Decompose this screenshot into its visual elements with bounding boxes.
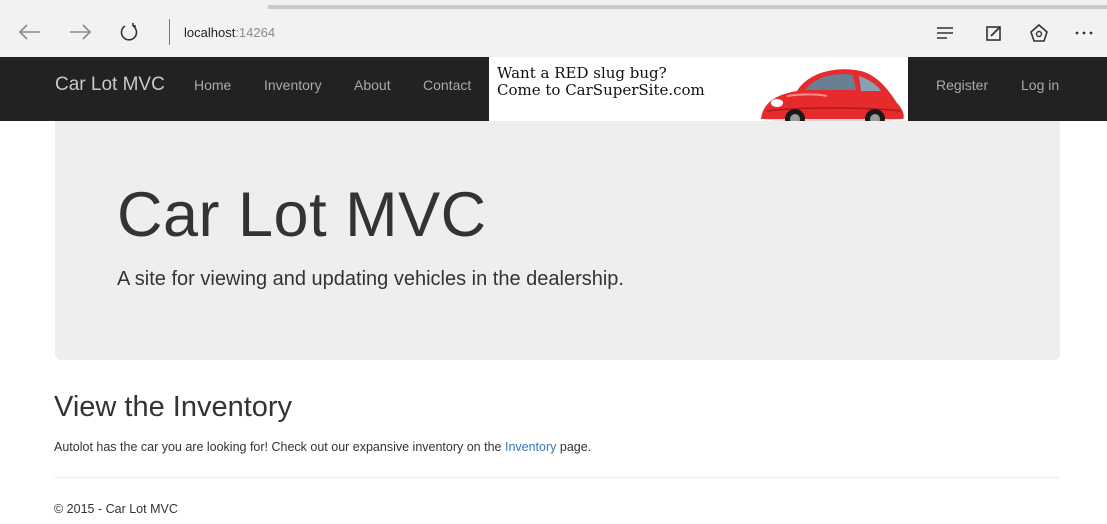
navbar-brand[interactable]: Car Lot MVC [55,74,165,96]
more-icon[interactable] [1073,22,1095,44]
footer-divider [54,477,1060,478]
ad-banner[interactable]: Want a RED slug bug? Come to CarSuperSite… [489,57,908,121]
address-bar[interactable]: localhost:14264 [184,25,275,40]
jumbotron: Car Lot MVC A site for viewing and updat… [55,121,1060,360]
nav-link-contact[interactable]: Contact [423,77,471,93]
jumbotron-lead: A site for viewing and updating vehicles… [117,268,624,290]
address-separator [169,19,170,45]
section-text-before: Autolot has the car you are looking for!… [54,440,505,454]
nav-link-inventory[interactable]: Inventory [264,77,322,93]
reading-view-icon[interactable] [934,22,956,44]
ad-line-1: Want a RED slug bug? [497,64,667,82]
ad-line-2: Come to CarSuperSite.com [497,81,705,99]
address-port: :14264 [235,25,276,40]
jumbotron-title: Car Lot MVC [117,180,487,250]
ad-text: Want a RED slug bug? Come to CarSuperSite… [497,65,705,99]
browser-toolbar: localhost:14264 [0,0,1107,57]
address-host: localhost [184,25,236,40]
back-arrow-icon[interactable] [18,20,42,44]
site-navbar: Car Lot MVC Home Inventory About Contact… [0,57,1107,121]
section-text-after: page. [556,440,592,454]
footer-text: © 2015 - Car Lot MVC [54,502,178,516]
web-note-icon[interactable] [983,22,1005,44]
inventory-link[interactable]: Inventory [505,440,556,454]
tab-strip [268,5,1107,9]
section-text: Autolot has the car you are looking for!… [54,440,591,454]
nav-link-home[interactable]: Home [194,77,231,93]
share-icon[interactable] [1028,22,1050,44]
nav-link-about[interactable]: About [354,77,391,93]
forward-arrow-icon[interactable] [68,20,92,44]
nav-link-register[interactable]: Register [936,77,988,93]
nav-link-login[interactable]: Log in [1021,77,1059,93]
red-car-image [760,69,904,121]
section-title: View the Inventory [54,391,293,423]
refresh-icon[interactable] [117,20,141,44]
